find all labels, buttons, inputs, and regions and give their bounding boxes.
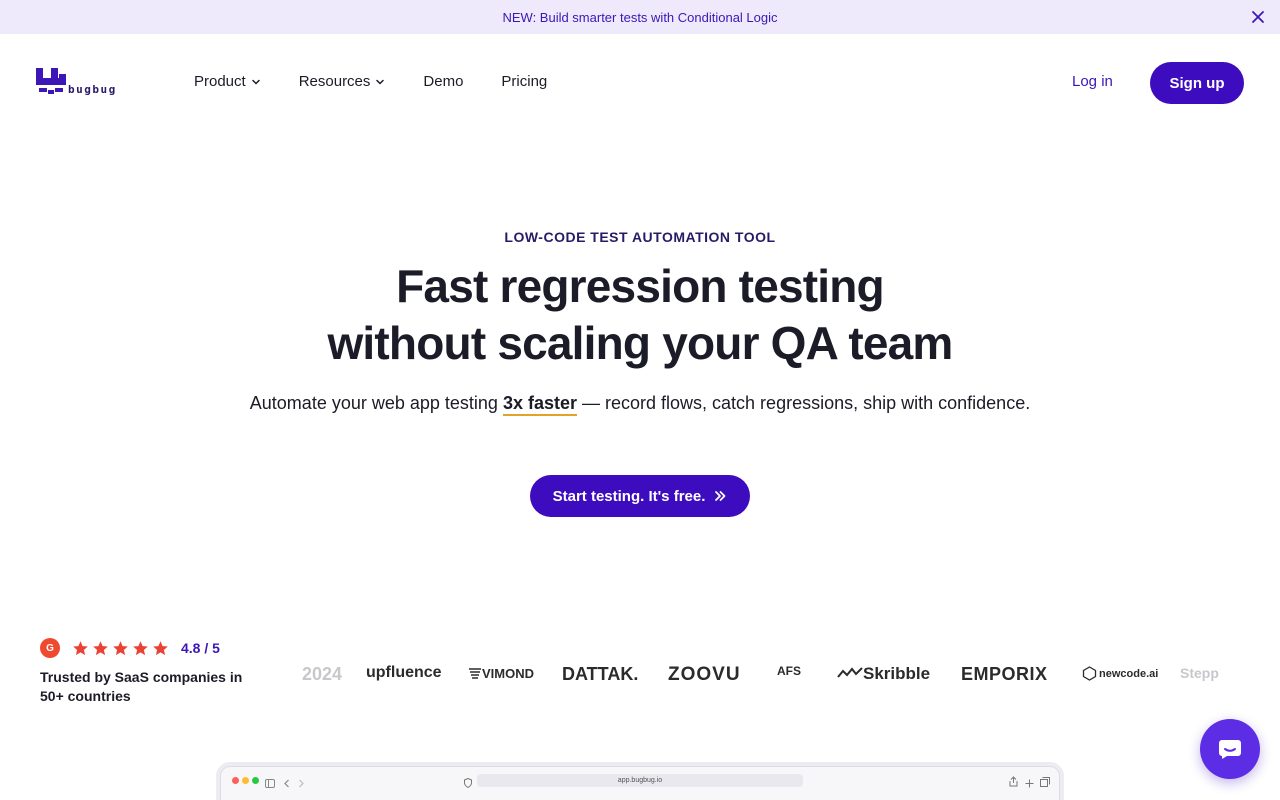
customer-logos: 2024 upfluence VIMOND DATTAK. ZOOVU AFS …	[300, 656, 1240, 692]
customer-logo: 2024	[302, 664, 343, 684]
nav-item-label: Product	[194, 73, 246, 90]
customer-logo: EMPORIX	[961, 664, 1048, 684]
newcode-mark-icon	[1082, 666, 1097, 681]
customer-logo: AFS	[777, 664, 801, 678]
hero-eyebrow: LOW-CODE TEST AUTOMATION TOOL	[504, 229, 776, 245]
signup-button[interactable]: Sign up	[1150, 62, 1244, 104]
nav-item-pricing[interactable]: Pricing	[501, 73, 547, 90]
star-icon	[73, 640, 88, 655]
customer-logo: Skribble	[837, 664, 930, 684]
customer-logo-text: Skribble	[863, 664, 931, 683]
nav-item-label: Resources	[298, 73, 371, 90]
customer-logo: upfluence	[366, 664, 442, 681]
forward-icon	[297, 775, 305, 793]
brand-name: bugbug	[68, 83, 117, 96]
skribble-mark-icon	[837, 667, 863, 678]
tabs-overview-icon	[1040, 774, 1050, 792]
headline-line-1: Fast regression testing	[396, 260, 885, 312]
customer-logo: Stepp	[1180, 665, 1219, 681]
customer-logo-text: newcode.ai	[1099, 668, 1159, 680]
window-close-dot	[232, 777, 239, 784]
sidebar-toggle-icon	[265, 775, 275, 793]
customer-logo: ZOOVU	[668, 664, 741, 685]
star-rating	[72, 640, 169, 657]
close-icon[interactable]	[1250, 9, 1266, 25]
star-icon	[113, 640, 128, 655]
subtitle-highlight: 3x faster	[502, 393, 577, 416]
star-icon	[133, 640, 148, 655]
share-icon	[1009, 774, 1018, 792]
customer-logo: newcode.ai	[1082, 666, 1158, 681]
brand-logo[interactable]: bugbug	[36, 68, 117, 96]
cta-label: Start testing. It's free.	[552, 487, 706, 505]
nav-item-resources[interactable]: Resources	[299, 73, 386, 90]
g2-logo-icon: G	[40, 638, 60, 658]
login-link[interactable]: Log in	[1072, 73, 1113, 90]
window-maximize-dot	[252, 777, 259, 784]
trusted-text: Trusted by SaaS companies in 50+ countri…	[40, 669, 243, 704]
announcement-text[interactable]: NEW: Build smarter tests with Conditiona…	[502, 10, 777, 25]
app-preview-window: app.bugbug.io	[220, 766, 1060, 800]
customer-logo: DATTAK.	[562, 664, 639, 684]
chat-launcher-button[interactable]	[1200, 719, 1260, 779]
announcement-bar[interactable]: NEW: Build smarter tests with Conditiona…	[0, 0, 1280, 34]
star-icon	[93, 640, 108, 655]
start-testing-button[interactable]: Start testing. It's free.	[530, 475, 750, 517]
subtitle-text-after: — record flows, catch regressions, ship …	[577, 393, 1031, 413]
subtitle-text-before: Automate your web app testing	[249, 393, 503, 413]
address-bar[interactable]: app.bugbug.io	[477, 774, 803, 787]
bug-logo-icon	[36, 68, 66, 94]
nav-menu: Product Resources Demo Pricing	[194, 73, 547, 90]
nav-item-demo[interactable]: Demo	[423, 73, 463, 90]
new-tab-icon	[1025, 775, 1034, 793]
hero-subtitle: Automate your web app testing 3x faster …	[0, 393, 1280, 416]
vimond-mark-icon	[469, 668, 481, 679]
main-nav: bugbug Product Resources Demo Pricing Lo…	[0, 34, 1280, 130]
nav-item-label: Pricing	[501, 73, 548, 90]
g2-rating: G 4.8 / 5	[40, 638, 220, 658]
star-icon	[153, 640, 168, 655]
back-icon	[283, 775, 291, 793]
window-minimize-dot	[242, 777, 249, 784]
chat-icon	[1219, 740, 1241, 759]
nav-item-product[interactable]: Product	[194, 73, 261, 90]
rating-score: 4.8 / 5	[181, 640, 220, 656]
customer-logo: VIMOND	[468, 666, 534, 681]
chevron-down-icon	[376, 79, 385, 84]
chevron-down-icon	[251, 79, 260, 84]
address-bar-url: app.bugbug.io	[617, 777, 663, 784]
double-chevron-right-icon	[715, 491, 726, 501]
headline-line-2: without scaling your QA team	[327, 317, 953, 369]
nav-item-label: Demo	[423, 73, 464, 90]
privacy-shield-icon	[464, 775, 472, 793]
hero-headline: Fast regression testing without scaling …	[0, 258, 1280, 372]
customer-logo-text: VIMOND	[482, 666, 534, 681]
